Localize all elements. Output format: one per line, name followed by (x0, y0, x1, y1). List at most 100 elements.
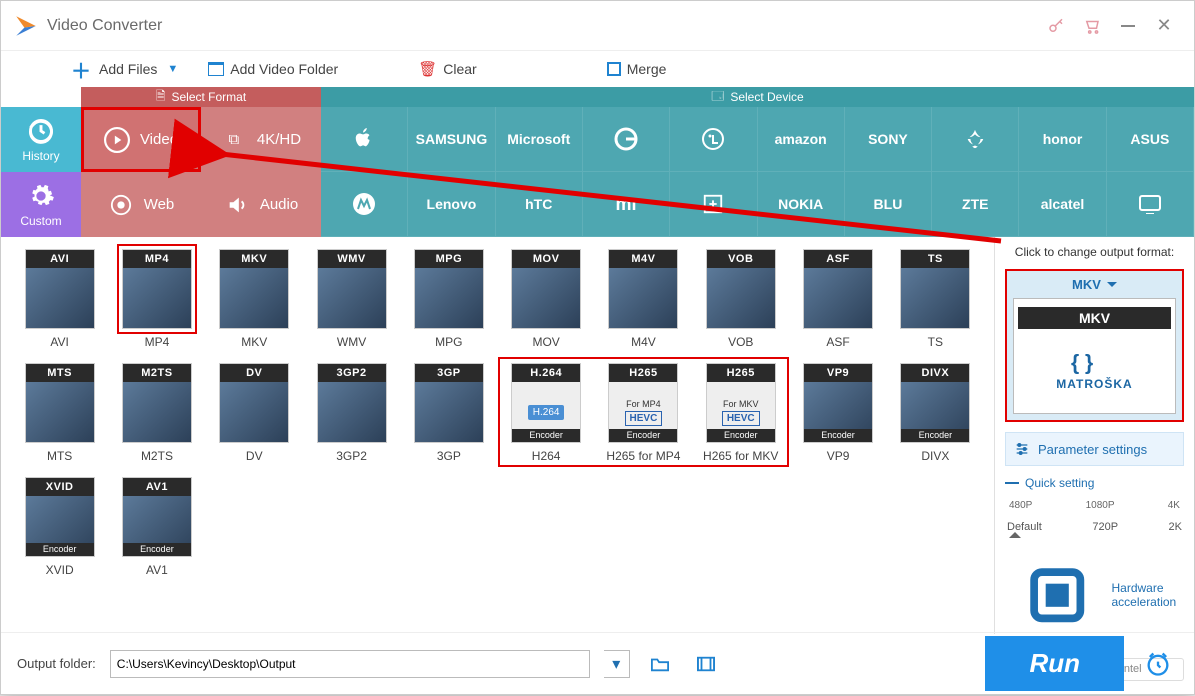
history-icon (27, 117, 55, 145)
quick-setting-label: Quick setting (1005, 476, 1184, 490)
brand-honor[interactable]: honor (1019, 107, 1106, 172)
format-xvid[interactable]: XVIDEncoderXVID (17, 477, 102, 577)
matroska-icon: { } (1065, 347, 1125, 377)
open-folder-button[interactable] (644, 650, 676, 678)
format-vp9[interactable]: VP9EncoderVP9 (795, 363, 880, 463)
output-format-value: MKV (1072, 277, 1117, 292)
brand-samsung[interactable]: SAMSUNG (408, 107, 495, 172)
brand-htc[interactable]: hTC (496, 172, 583, 237)
format-3gp[interactable]: 3GP3GP (406, 363, 491, 463)
add-files-button[interactable]: ＋Add Files▼ (61, 51, 188, 88)
close-button[interactable] (1146, 8, 1182, 44)
format-m2ts[interactable]: M2TSM2TS (114, 363, 199, 463)
format-mp4[interactable]: MP4MP4 (114, 249, 199, 349)
parameter-settings-button[interactable]: Parameter settings (1005, 432, 1184, 466)
key-icon[interactable] (1038, 8, 1074, 44)
format-m4v[interactable]: M4VM4V (601, 249, 686, 349)
category-web[interactable]: Web (81, 172, 201, 237)
header-strip: 🗎Select Format 🗔Select Device (81, 87, 1194, 107)
format-divx[interactable]: DIVXEncoderDIVX (893, 363, 978, 463)
slider-default-marker (1009, 526, 1021, 538)
browse-media-button[interactable] (690, 650, 722, 678)
app-title: Video Converter (47, 17, 1038, 35)
cart-icon[interactable] (1074, 8, 1110, 44)
brand-tv[interactable] (1107, 172, 1194, 237)
format-vob[interactable]: VOBVOB (698, 249, 783, 349)
nav-sidebar: History Custom (1, 107, 81, 237)
sliders-icon (1014, 441, 1030, 457)
brand-lenovo[interactable]: Lenovo (408, 172, 495, 237)
format-asf[interactable]: ASFASF (795, 249, 880, 349)
clear-button[interactable]: 🗑Clear (408, 56, 487, 82)
format-mov[interactable]: MOVMOV (504, 249, 589, 349)
toolbar: ＋Add Files▼ Add Video Folder 🗑Clear Merg… (1, 51, 1194, 87)
brand-grid: SAMSUNGMicrosoft amazonSONY honorASUS Lenov… (321, 107, 1194, 237)
chip-icon (1011, 549, 1104, 642)
nav-area: History Custom Video ⧉4K/HD Web Audio SA… (1, 107, 1194, 237)
brand-alcatel[interactable]: alcatel (1019, 172, 1106, 237)
trash-icon: 🗑 (418, 60, 437, 78)
folder-icon (208, 62, 224, 76)
main-area: AVIAVIMP4MP4MKVMKVWMVWMVMPGMPGMOVMOVM4VM… (1, 237, 1194, 634)
app-window: Video Converter ＋Add Files▼ Add Video Fo… (0, 0, 1195, 695)
format-3gp2[interactable]: 3GP23GP2 (309, 363, 394, 463)
format-av1[interactable]: AV1EncoderAV1 (114, 477, 199, 577)
gear-icon (27, 182, 55, 210)
brand-blu[interactable]: BLU (845, 172, 932, 237)
output-folder-dropdown[interactable]: ▾ (604, 650, 630, 678)
minimize-button[interactable] (1110, 8, 1146, 44)
category-video[interactable]: Video (81, 107, 201, 172)
brand-zte[interactable]: ZTE (932, 172, 1019, 237)
brand-nokia[interactable]: NOKIA (758, 172, 845, 237)
brand-apple[interactable] (321, 107, 408, 172)
matroska-label: MATROŠKA (1056, 377, 1132, 391)
plus-icon: ＋ (71, 55, 91, 84)
format-dv[interactable]: DVDV (212, 363, 297, 463)
format-wmv[interactable]: WMVWMV (309, 249, 394, 349)
resolution-slider[interactable]: 480P1080P4K (1009, 500, 1180, 511)
doc-icon: 🗎 (156, 87, 166, 108)
app-logo-icon (13, 13, 39, 39)
add-video-folder-button[interactable]: Add Video Folder (198, 57, 348, 81)
output-format-selector[interactable]: MKV MKV { } MATROŠKA (1005, 269, 1184, 422)
brand-motorola[interactable] (321, 172, 408, 237)
right-panel: Click to change output format: MKV MKV {… (994, 237, 1194, 634)
category-4k-hd[interactable]: ⧉4K/HD (201, 107, 321, 172)
run-button[interactable]: Run (985, 636, 1124, 691)
format-ts[interactable]: TSTS (893, 249, 978, 349)
preview-header: MKV (1018, 307, 1171, 329)
brand-sony[interactable]: SONY (845, 107, 932, 172)
brand-asus[interactable]: ASUS (1107, 107, 1194, 172)
brand-amazon[interactable]: amazon (758, 107, 845, 172)
merge-button[interactable]: Merge (597, 57, 677, 81)
bottom-bar: Output folder: ▾ Run (1, 632, 1194, 694)
chrome-icon (108, 192, 134, 218)
format-mts[interactable]: MTSMTS (17, 363, 102, 463)
device-icon: 🗔 (711, 87, 724, 108)
output-folder-input[interactable] (110, 650, 590, 678)
brand-oneplus[interactable] (670, 172, 757, 237)
caret-down-icon[interactable]: ▼ (167, 63, 178, 75)
format-h265-for-mkv[interactable]: H265For MKVHEVCEncoderH265 for MKV (698, 363, 783, 463)
brand-mi[interactable]: mı (583, 172, 670, 237)
output-folder-label: Output folder: (17, 656, 96, 671)
hd-icon: ⧉ (221, 127, 247, 153)
format-h264[interactable]: H.264H.264EncoderH264 (504, 363, 589, 463)
history-button[interactable]: History (1, 107, 81, 172)
titlebar: Video Converter (1, 1, 1194, 51)
category-audio[interactable]: Audio (201, 172, 321, 237)
brand-huawei[interactable] (932, 107, 1019, 172)
play-icon (104, 127, 130, 153)
format-h265-for-mp4[interactable]: H265For MP4HEVCEncoderH265 for MP4 (601, 363, 686, 463)
format-mkv[interactable]: MKVMKV (212, 249, 297, 349)
brand-g[interactable] (583, 107, 670, 172)
custom-button[interactable]: Custom (1, 172, 81, 237)
brand-microsoft[interactable]: Microsoft (496, 107, 583, 172)
schedule-button[interactable] (1138, 644, 1178, 684)
select-format-header: 🗎Select Format (81, 87, 321, 107)
brand-lg[interactable] (670, 107, 757, 172)
category-grid: Video ⧉4K/HD Web Audio (81, 107, 321, 237)
format-avi[interactable]: AVIAVI (17, 249, 102, 349)
format-mpg[interactable]: MPGMPG (406, 249, 491, 349)
merge-icon (607, 62, 621, 76)
